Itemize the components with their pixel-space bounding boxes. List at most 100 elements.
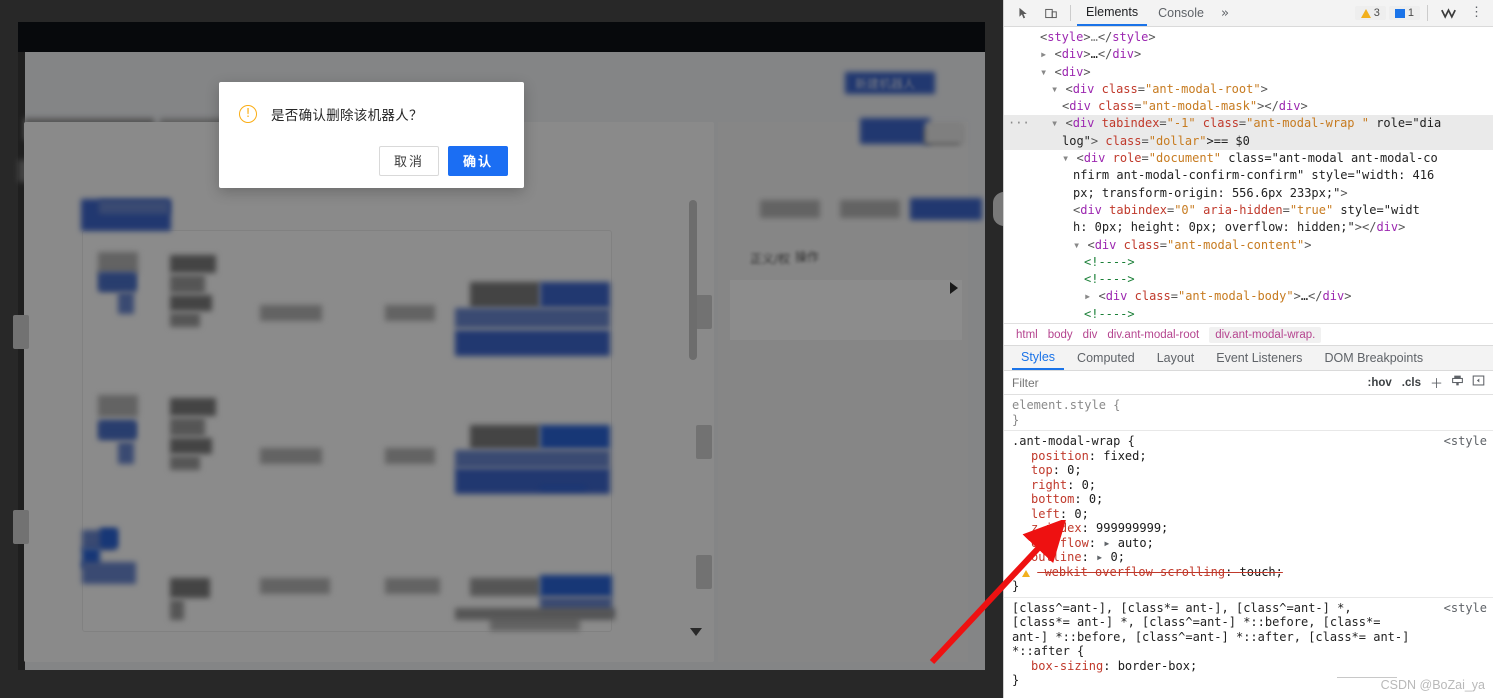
breadcrumb-item[interactable]: div.ant-modal-wrap.: [1209, 326, 1322, 343]
style-declaration[interactable]: right: 0;: [1004, 478, 1493, 493]
dom-line[interactable]: log"> class="dollar">== $0: [1004, 132, 1493, 151]
styles-filter-input[interactable]: [1010, 374, 1363, 391]
obscured-action-button[interactable]: [540, 575, 612, 597]
drag-handle-left[interactable]: [13, 315, 29, 349]
watermark-label: CSDN @BoZai_ya: [1380, 678, 1485, 692]
dom-line[interactable]: <!---->: [1004, 271, 1493, 288]
style-declaration[interactable]: position: fixed;: [1004, 449, 1493, 464]
breadcrumb-item[interactable]: div: [1083, 329, 1098, 341]
browser-page-region[interactable]: 正义/权 操作 新建机器人 ! 是否确认删除该机器人？ 取消 确认: [0, 0, 1003, 698]
dom-line[interactable]: <div tabindex="0" aria-hidden="true" sty…: [1004, 202, 1493, 219]
dom-line[interactable]: ▾ <div role="document" class="ant-modal …: [1004, 150, 1493, 167]
dom-line[interactable]: ▸ <div>…</div>: [1004, 46, 1493, 63]
style-declaration[interactable]: outline: ▸ 0;: [1004, 550, 1493, 565]
obscured-block: [385, 448, 435, 464]
dom-tree[interactable]: <style>…</style> ▸ <div>…</div> ▾ <div> ▾ <…: [1004, 27, 1493, 323]
breadcrumb[interactable]: html body div div.ant-modal-root div.ant-mod…: [1004, 323, 1493, 345]
drag-handle-mid-2[interactable]: [696, 425, 712, 459]
obscured-block: [100, 274, 136, 290]
obscured-block: [170, 600, 184, 620]
flag-icon: [1394, 8, 1405, 18]
element-style-selector[interactable]: element.style {: [1004, 398, 1493, 413]
drag-handle-mid-3[interactable]: [696, 555, 712, 589]
drag-handle-mid[interactable]: [696, 295, 712, 329]
tab-dom-breakpoints[interactable]: DOM Breakpoints: [1315, 348, 1432, 369]
style-declaration[interactable]: z-index: 999999999;: [1004, 521, 1493, 536]
confirm-button[interactable]: 确认: [447, 146, 508, 176]
cls-toggle[interactable]: .cls: [1397, 377, 1426, 389]
obscured-block[interactable]: [910, 198, 982, 220]
dom-line[interactable]: <div class="ant-modal-mask"></div>: [1004, 98, 1493, 115]
cursor-inspect-icon[interactable]: [1010, 2, 1036, 24]
obscured-block: [170, 275, 205, 293]
scrollbar-thumb[interactable]: [689, 200, 697, 360]
network-conditions-icon[interactable]: [1435, 2, 1461, 24]
dom-line[interactable]: h: 0px; height: 0px; overflow: hidden;">…: [1004, 219, 1493, 236]
dom-line[interactable]: <style>…</style>: [1004, 29, 1493, 46]
tab-elements[interactable]: Elements: [1077, 1, 1148, 26]
warning-triangle-icon: [1360, 8, 1371, 18]
expand-right-icon[interactable]: [950, 282, 958, 294]
message-count-badge[interactable]: 1: [1388, 6, 1420, 20]
obscured-header-button[interactable]: [860, 118, 930, 144]
tab-layout[interactable]: Layout: [1148, 348, 1204, 369]
obscured-block: [455, 450, 610, 468]
dom-line[interactable]: ··· ▾ <div tabindex="-1" class="ant-modal…: [1004, 115, 1493, 133]
dom-line[interactable]: <!---->: [1004, 306, 1493, 323]
style-declaration[interactable]: top: 0;: [1004, 463, 1493, 478]
device-toolbar-icon[interactable]: [1038, 2, 1064, 24]
modal-title: 是否确认删除该机器人？: [271, 108, 423, 124]
breadcrumb-item[interactable]: div.ant-modal-root: [1107, 329, 1199, 341]
style-rule-selector[interactable]: [class^=ant-], [class*= ant-], [class^=a…: [1004, 601, 1493, 616]
tab-computed[interactable]: Computed: [1068, 348, 1144, 369]
obscured-block: [260, 305, 322, 321]
dom-line[interactable]: ▾ <div class="ant-modal-content">: [1004, 237, 1493, 254]
style-declaration[interactable]: overflow: ▸ auto;: [1004, 536, 1493, 551]
tab-console[interactable]: Console: [1149, 2, 1213, 25]
obscured-block: [170, 313, 200, 327]
dom-line[interactable]: px; transform-origin: 556.6px 233px;">: [1004, 185, 1493, 202]
dom-line[interactable]: ▸ <div class="ant-modal-body">…</div>: [1004, 288, 1493, 305]
warning-count-badge[interactable]: 3: [1354, 6, 1386, 20]
scroll-down-icon[interactable]: [690, 628, 702, 636]
style-rule-selector[interactable]: [class*= ant-] *, [class^=ant-] *::befor…: [1004, 615, 1493, 630]
dom-line[interactable]: ▾ <div>: [1004, 64, 1493, 81]
style-declaration[interactable]: -webkit-overflow-scrolling: touch;: [1004, 565, 1493, 580]
tab-styles[interactable]: Styles: [1012, 347, 1065, 370]
obscured-block: [170, 418, 205, 436]
style-rule-selector[interactable]: ant-] *::before, [class^=ant-] *::after,…: [1004, 630, 1493, 645]
dom-line[interactable]: <!---->: [1004, 254, 1493, 271]
obscured-block: [100, 528, 118, 548]
toggle-sidebar-icon[interactable]: [1468, 374, 1489, 391]
drag-handle-left-2[interactable]: [13, 510, 29, 544]
print-media-icon[interactable]: [1447, 374, 1468, 391]
panel-resize-handle[interactable]: [993, 192, 1003, 226]
style-rule-separator: [1004, 430, 1493, 431]
breadcrumb-item[interactable]: body: [1048, 329, 1073, 341]
hov-toggle[interactable]: :hov: [1363, 377, 1397, 389]
obscured-block: [170, 456, 200, 470]
kebab-menu-icon[interactable]: ⋮: [1464, 6, 1489, 19]
style-rule-selector[interactable]: .ant-modal-wrap {<style: [1004, 434, 1493, 449]
dom-line[interactable]: nfirm ant-modal-confirm-confirm" style="…: [1004, 167, 1493, 184]
dom-line[interactable]: ▾ <div class="ant-modal-root">: [1004, 81, 1493, 98]
obscured-block: [455, 608, 615, 620]
style-rule-selector[interactable]: *::after {: [1004, 644, 1493, 659]
right-panel-inner-card: [730, 280, 962, 340]
obscured-block: [455, 330, 610, 356]
obscured-block: [170, 295, 212, 311]
add-style-rule-icon[interactable]: ＋: [1426, 373, 1447, 392]
element-style-close[interactable]: }: [1004, 413, 1493, 428]
obscured-action-button[interactable]: [540, 425, 610, 449]
style-declaration[interactable]: bottom: 0;: [1004, 492, 1493, 507]
obscured-action-button[interactable]: [540, 282, 610, 308]
cancel-button[interactable]: 取消: [378, 146, 439, 176]
obscured-block: [260, 578, 330, 594]
tab-event-listeners[interactable]: Event Listeners: [1207, 348, 1311, 369]
style-declaration[interactable]: left: 0;: [1004, 507, 1493, 522]
breadcrumb-item[interactable]: html: [1016, 329, 1038, 341]
tabs-overflow-button[interactable]: »: [1215, 6, 1235, 21]
styles-pane[interactable]: element.style {} .ant-modal-wrap {<style p…: [1004, 395, 1493, 698]
style-rule-close[interactable]: }: [1004, 579, 1493, 594]
style-declaration[interactable]: box-sizing: border-box;: [1004, 659, 1493, 674]
